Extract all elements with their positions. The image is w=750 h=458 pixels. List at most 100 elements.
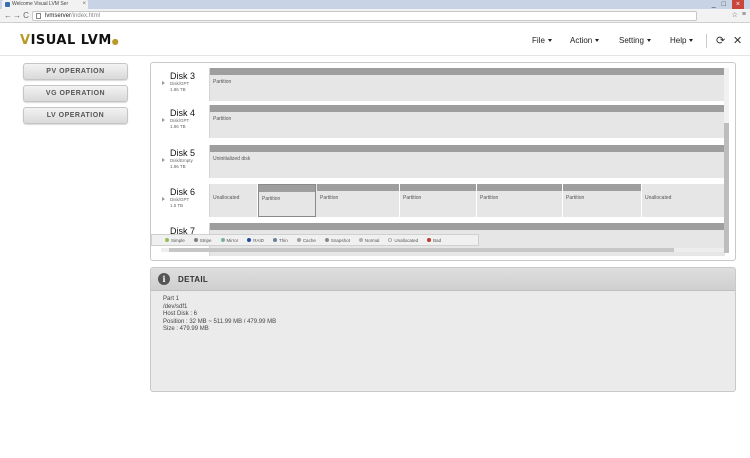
disk-map-panel: Disk 3 Disk/GPT 1.86 TB Partition Disk 4… (150, 62, 736, 261)
disk-label[interactable]: Disk 5 Disk/Empty 1.86 TB (161, 145, 210, 178)
legend-dot-icon (273, 238, 278, 242)
header-divider (706, 34, 707, 48)
disk-size: 1.86 TB (170, 164, 186, 169)
menu-setting[interactable]: Setting (619, 36, 651, 45)
window-controls: _ □ × (712, 0, 744, 9)
segment-bar (317, 184, 399, 191)
disk-name: Disk 6 (170, 187, 196, 197)
legend-dot-icon (193, 238, 198, 242)
chevron-down-icon (595, 39, 600, 42)
browser-tab[interactable]: Welcome Visual LVM Ser × (2, 0, 88, 9)
detail-line: Position : 32 MB ~ 511.99 MB / 479.99 MB (163, 318, 277, 325)
menu-icon[interactable]: ≡ (742, 11, 746, 19)
unallocated-segment[interactable]: Unallocated (210, 184, 258, 217)
legend-item: Normal (358, 238, 379, 243)
refresh-icon[interactable]: ⟳ (716, 34, 725, 48)
tab-close-icon[interactable]: × (82, 0, 86, 9)
disk-row[interactable]: Disk 3 Disk/GPT 1.86 TB Partition (161, 68, 726, 101)
legend-dot-icon (358, 238, 363, 242)
legend-item: Cache (296, 238, 316, 243)
disk-label[interactable]: Disk 3 Disk/GPT 1.86 TB (161, 68, 210, 101)
close-window-icon[interactable]: × (731, 0, 744, 9)
expand-arrow-icon[interactable] (162, 118, 165, 122)
horizontal-scrollbar[interactable] (161, 248, 724, 252)
segment-bar (210, 105, 725, 112)
legend-item: Simple (165, 238, 185, 243)
legend-dot-icon (324, 238, 329, 242)
detail-panel: i DETAIL Part 1 /dev/sdf1 Host Disk : 6 … (150, 267, 736, 392)
expand-arrow-icon[interactable] (162, 81, 165, 85)
legend-item: Unallocated (388, 238, 418, 243)
partition-segment-selected[interactable]: Partition (258, 184, 316, 217)
segment-label: Unallocated (213, 195, 240, 201)
disk-name: Disk 4 (170, 108, 196, 118)
maximize-window-icon[interactable]: □ (722, 0, 726, 9)
legend-item: Mirror (220, 238, 238, 243)
page-favicon-icon (5, 2, 10, 7)
segment-label: Partition (566, 195, 585, 201)
disk-label[interactable]: Disk 6 Disk/GPT 1.5 TB (161, 184, 210, 217)
app-header: VISUAL LVM● File Action Setting Help ⟳ ✕ (0, 24, 750, 56)
uninitialized-segment[interactable]: Uninitialized disk (210, 145, 726, 178)
partition-segment[interactable]: Partition (210, 105, 726, 138)
visual-lvm-logo: VISUAL LVM● (20, 33, 120, 48)
page-info-icon[interactable] (36, 13, 41, 19)
vertical-scrollbar[interactable] (724, 68, 729, 253)
close-icon[interactable]: ✕ (733, 34, 742, 48)
partition-segment[interactable]: Partition (400, 184, 477, 217)
detail-line: Host Disk : 6 (163, 311, 198, 317)
partition-segment[interactable]: Partition (317, 184, 400, 217)
partition-segment[interactable]: Partition (210, 68, 726, 101)
detail-line: Size : 479.99 MB (163, 326, 209, 332)
bookmark-star-icon[interactable]: ☆ (732, 11, 738, 19)
legend-dot-icon (247, 238, 252, 242)
disk-size: 1.86 TB (170, 124, 186, 129)
segment-bar (642, 184, 725, 191)
expand-arrow-icon[interactable] (162, 197, 165, 201)
horizontal-scroll-thumb[interactable] (169, 248, 674, 252)
segment-bar (210, 68, 725, 75)
reload-icon[interactable]: C (21, 11, 31, 21)
address-bar[interactable]: lvmserver/index.html (32, 11, 697, 21)
disk-row[interactable]: Disk 4 Disk/GPT 1.86 TB Partition (161, 105, 726, 138)
detail-line: /dev/sdf1 (163, 303, 188, 310)
minimize-window-icon[interactable]: _ (712, 0, 716, 9)
segment-bar (477, 184, 562, 191)
legend-item: RAID (247, 238, 264, 243)
vertical-scroll-thumb[interactable] (724, 123, 729, 253)
lv-operation-button[interactable]: LV OPERATION (23, 107, 128, 124)
legend-dot-icon (388, 238, 393, 242)
menu-help[interactable]: Help (670, 36, 694, 45)
segment-label: Partition (403, 195, 422, 201)
segment-bar (210, 184, 257, 191)
partition-segment[interactable]: Partition (563, 184, 642, 217)
segment-bar (210, 223, 725, 230)
unallocated-segment[interactable]: Unallocated (642, 184, 726, 217)
disk-size: 1.86 TB (170, 87, 186, 92)
detail-header: i DETAIL (151, 268, 735, 291)
legend-item: Snapshot (324, 238, 350, 243)
disk-track: Partition (210, 105, 726, 138)
legend: Simple Stripe Mirror RAID Thin Cache Sna… (151, 234, 479, 246)
disk-label[interactable]: Disk 4 Disk/GPT 1.86 TB (161, 105, 210, 138)
pv-operation-button[interactable]: PV OPERATION (23, 63, 128, 80)
menu-file[interactable]: File (532, 36, 552, 45)
segment-bar (210, 145, 725, 152)
segment-label: Partition (320, 195, 339, 201)
partition-segment[interactable]: Partition (477, 184, 563, 217)
vg-operation-button[interactable]: VG OPERATION (23, 85, 128, 102)
legend-item: Bad (427, 238, 441, 243)
segment-bar (400, 184, 476, 191)
segment-label: Unallocated (645, 195, 672, 201)
disk-track: Partition (210, 68, 726, 101)
expand-arrow-icon[interactable] (162, 158, 165, 162)
menu-action[interactable]: Action (570, 36, 600, 45)
segment-label: Partition (262, 196, 281, 202)
disk-size: 1.5 TB (170, 203, 184, 208)
legend-item: Thin (273, 238, 288, 243)
legend-dot-icon (296, 238, 301, 242)
disk-row[interactable]: Disk 6 Disk/GPT 1.5 TB Unallocated Parti… (161, 184, 726, 217)
legend-dot-icon (220, 238, 225, 242)
disk-row[interactable]: Disk 5 Disk/Empty 1.86 TB Uninitialized … (161, 145, 726, 178)
detail-line: Part 1 (163, 296, 180, 302)
